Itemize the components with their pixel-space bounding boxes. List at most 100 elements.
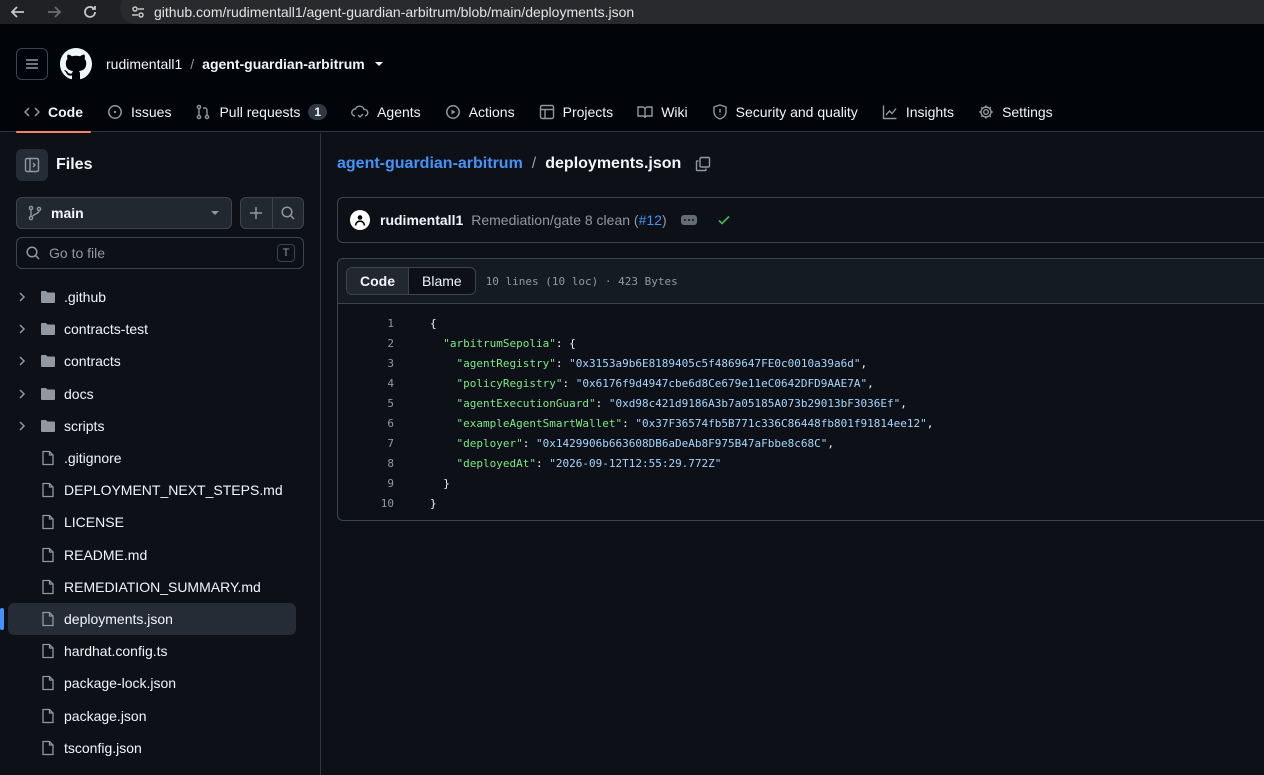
tab-insights[interactable]: Insights — [874, 92, 962, 132]
address-bar[interactable]: github.com/rudimentall1/agent-guardian-a… — [120, 0, 1264, 24]
tab-settings[interactable]: Settings — [970, 92, 1061, 132]
search-code-button[interactable] — [271, 198, 303, 228]
tree-item-package-lock[interactable]: package-lock.json — [8, 667, 296, 699]
github-logo-icon[interactable] — [60, 48, 92, 80]
go-to-file-input[interactable] — [49, 245, 277, 261]
back-button[interactable] — [0, 0, 36, 24]
tree-item-docs[interactable]: docs — [8, 378, 296, 410]
tab-security[interactable]: Security and quality — [704, 92, 866, 132]
tab-issues[interactable]: Issues — [99, 92, 179, 132]
tree-item-label: package-lock.json — [64, 675, 177, 692]
chevron-right-icon[interactable] — [16, 420, 32, 432]
line-number[interactable]: 4 — [338, 377, 394, 390]
file-icon — [40, 675, 56, 691]
line-content: { — [430, 316, 437, 330]
commit-author[interactable]: rudimentall1 — [380, 212, 463, 228]
file-tree-sidebar: Files main T .github contracts- — [0, 133, 321, 775]
sidebar-title: Files — [56, 156, 93, 173]
line-number[interactable]: 5 — [338, 397, 394, 410]
tab-label: Insights — [905, 104, 955, 120]
code-line: 4 "policyRegistry": "0x6176f9d4947cbe6d8… — [338, 373, 1264, 393]
go-to-file-field[interactable]: T — [16, 237, 304, 269]
tab-label: Security and quality — [735, 104, 858, 120]
copy-path-button[interactable] — [695, 156, 711, 172]
tree-item-gitignore[interactable]: .gitignore — [8, 442, 296, 474]
line-number[interactable]: 8 — [338, 457, 394, 470]
search-icon — [26, 246, 40, 260]
pull-request-count-badge: 1 — [308, 104, 328, 120]
breadcrumb-repo[interactable]: agent-guardian-arbitrum — [202, 56, 365, 72]
git-pull-request-icon — [195, 104, 211, 120]
avatar[interactable] — [350, 210, 370, 230]
line-number[interactable]: 1 — [338, 317, 394, 330]
tree-item-package-json[interactable]: package.json — [8, 699, 296, 731]
tree-item-contracts[interactable]: contracts — [8, 345, 296, 377]
tree-item-scripts[interactable]: scripts — [8, 410, 296, 442]
line-number[interactable]: 9 — [338, 477, 394, 490]
file-icon — [40, 708, 56, 724]
reload-button[interactable] — [72, 0, 108, 24]
chevron-right-icon[interactable] — [16, 291, 32, 303]
tree-item-deployments-json[interactable]: deployments.json — [0, 602, 296, 636]
line-number[interactable]: 6 — [338, 417, 394, 430]
tree-item-deployment-next-steps[interactable]: DEPLOYMENT_NEXT_STEPS.md — [8, 474, 296, 506]
repo-header: rudimentall1 / agent-guardian-arbitrum C… — [0, 24, 1264, 133]
tab-projects[interactable]: Projects — [531, 92, 622, 132]
check-icon[interactable] — [717, 213, 731, 227]
site-settings-icon[interactable] — [130, 4, 146, 20]
gear-icon — [978, 104, 994, 120]
code-line: 2 "arbitrumSepolia": { — [338, 333, 1264, 353]
tab-code[interactable]: Code — [16, 92, 91, 133]
shield-icon — [712, 104, 728, 120]
tab-wiki[interactable]: Wiki — [629, 92, 695, 132]
chevron-right-icon[interactable] — [16, 355, 32, 367]
forward-button[interactable] — [36, 0, 72, 24]
line-number[interactable]: 3 — [338, 357, 394, 370]
branch-selector[interactable]: main — [16, 197, 232, 229]
blame-view-button[interactable]: Blame — [409, 268, 475, 294]
file-content: Code Blame 10 lines (10 loc) · 423 Bytes… — [337, 258, 1264, 521]
hamburger-icon — [26, 59, 38, 69]
breadcrumb-owner[interactable]: rudimentall1 — [106, 56, 182, 72]
file-icon — [40, 547, 56, 563]
tree-item-readme[interactable]: README.md — [8, 539, 296, 571]
code-line: 8 "deployedAt": "2026-09-12T12:55:29.772… — [338, 453, 1264, 473]
line-number[interactable]: 10 — [338, 497, 394, 510]
folder-icon — [40, 418, 56, 434]
tree-item-contracts-test[interactable]: contracts-test — [8, 313, 296, 345]
menu-button[interactable] — [16, 48, 48, 80]
code-line: 10} — [338, 493, 1264, 513]
file-icon — [40, 482, 56, 498]
tree-item-remediation-summary[interactable]: REMEDIATION_SUMMARY.md — [8, 571, 296, 603]
commit-message-text: Remediation/gate 8 clean ( — [471, 212, 639, 228]
add-file-button[interactable] — [241, 198, 272, 228]
tab-actions[interactable]: Actions — [437, 92, 523, 132]
code-view-button[interactable]: Code — [347, 268, 409, 294]
tree-item-tsconfig[interactable]: tsconfig.json — [8, 732, 296, 764]
tab-label: Code — [48, 104, 83, 120]
line-number[interactable]: 2 — [338, 337, 394, 350]
commit-message[interactable]: Remediation/gate 8 clean (#12) — [471, 212, 666, 228]
line-number[interactable]: 7 — [338, 437, 394, 450]
tree-item-license[interactable]: LICENSE — [8, 506, 296, 538]
tree-item-github[interactable]: .github — [8, 281, 296, 313]
tree-item-label: package.json — [64, 707, 147, 724]
tab-agents[interactable]: Agents — [343, 92, 429, 132]
breadcrumb-separator: / — [190, 56, 195, 72]
collapse-sidebar-button[interactable] — [16, 149, 48, 181]
commit-pr-link[interactable]: #12 — [639, 212, 662, 228]
triangle-down-icon[interactable] — [373, 58, 385, 70]
expand-commit-button[interactable] — [680, 215, 697, 225]
tab-label: Actions — [468, 104, 515, 120]
chevron-right-icon[interactable] — [16, 323, 32, 335]
tree-item-label: scripts — [64, 417, 105, 434]
branch-name: main — [51, 205, 84, 221]
file-view: agent-guardian-arbitrum / deployments.js… — [321, 133, 1264, 775]
browser-toolbar: github.com/rudimentall1/agent-guardian-a… — [0, 0, 1264, 24]
tab-pull-requests[interactable]: Pull requests 1 — [187, 92, 335, 132]
tree-item-label: contracts — [64, 353, 121, 370]
path-repo-link[interactable]: agent-guardian-arbitrum — [337, 155, 523, 173]
line-content: "agentRegistry": "0x3153a9b6E8189405c5f4… — [456, 356, 868, 370]
tree-item-hardhat-config[interactable]: hardhat.config.ts — [8, 635, 296, 667]
chevron-right-icon[interactable] — [16, 388, 32, 400]
